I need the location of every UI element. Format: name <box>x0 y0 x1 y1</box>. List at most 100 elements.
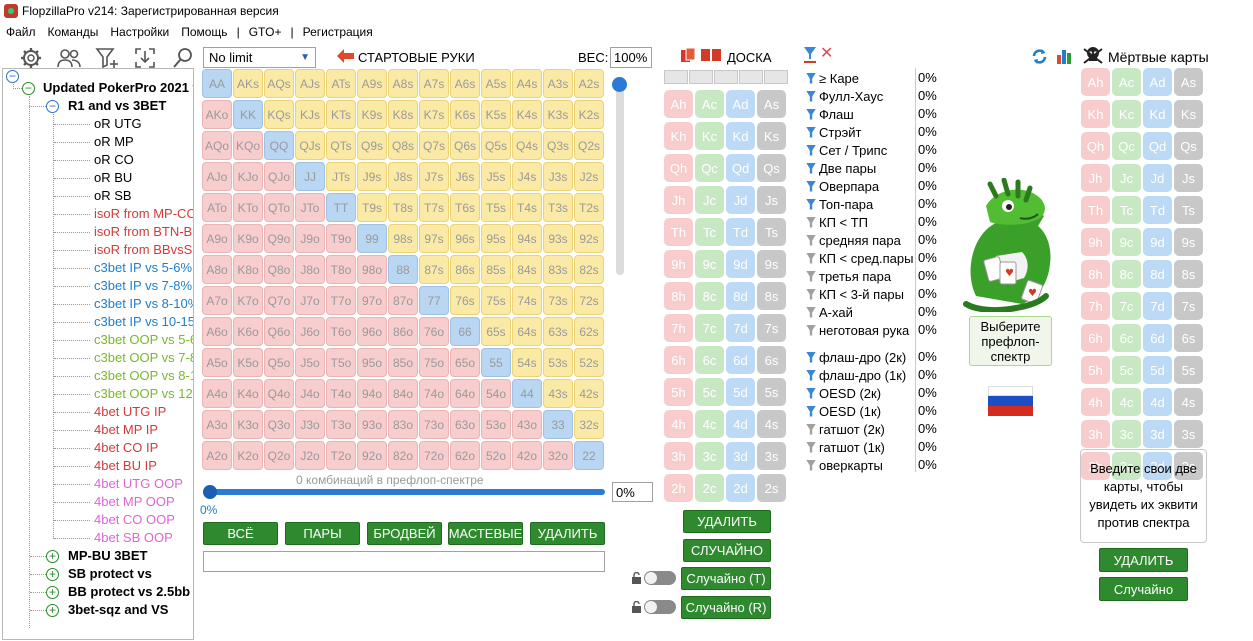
hand-cell[interactable]: AJs <box>295 69 325 98</box>
board-card[interactable]: 6d <box>726 346 755 374</box>
hand-cell[interactable]: KTo <box>233 193 263 222</box>
stat-row[interactable]: OESD (2к) <box>806 384 881 402</box>
filter-icon[interactable] <box>806 180 816 192</box>
stat-row[interactable]: Стрэйт <box>806 123 861 141</box>
hand-cell[interactable]: 85o <box>388 348 418 377</box>
hand-cell[interactable]: 63o <box>450 410 480 439</box>
dead-card[interactable]: Qc <box>1112 132 1141 160</box>
hand-cell[interactable]: K3s <box>543 100 573 129</box>
board-card[interactable]: Th <box>664 218 693 246</box>
hand-cell[interactable]: A5s <box>481 69 511 98</box>
tree-item[interactable]: c3bet IP vs 8-10% <box>94 295 193 313</box>
dead-clear-button[interactable]: УДАЛИТЬ <box>1099 548 1188 572</box>
stat-row[interactable]: оверкарты <box>806 456 883 474</box>
hand-cell[interactable]: AKo <box>202 100 232 129</box>
menu-help[interactable]: Помощь <box>175 25 233 39</box>
board-slot[interactable] <box>764 70 788 84</box>
dead-card[interactable]: 6d <box>1143 324 1172 352</box>
dead-card[interactable]: 9d <box>1143 228 1172 256</box>
board-card[interactable]: 3h <box>664 442 693 470</box>
board-card[interactable]: Qs <box>757 154 786 182</box>
hand-cell[interactable]: Q7s <box>419 131 449 160</box>
dead-card[interactable]: As <box>1174 68 1203 96</box>
hand-cell[interactable]: QJs <box>295 131 325 160</box>
board-card[interactable]: Ad <box>726 90 755 118</box>
hand-cell[interactable]: QQ <box>264 131 294 160</box>
board-card[interactable]: Kd <box>726 122 755 150</box>
stat-row[interactable]: КП < сред.пары <box>806 249 913 267</box>
hand-cell[interactable]: A3s <box>543 69 573 98</box>
hand-cell[interactable]: 86o <box>388 317 418 346</box>
random-river-toggle[interactable] <box>644 600 676 614</box>
hand-cell[interactable]: A7s <box>419 69 449 98</box>
filter-icon[interactable] <box>806 126 816 138</box>
tree-item[interactable]: 4bet CO OOP <box>94 511 175 529</box>
tree-item[interactable]: c3bet IP vs 10-15 <box>94 313 193 331</box>
filter-icon[interactable] <box>806 270 816 282</box>
hand-cell[interactable]: K6s <box>450 100 480 129</box>
hand-cell[interactable]: J4s <box>512 162 542 191</box>
tree-item[interactable]: c3bet OOP vs 12- <box>94 385 193 403</box>
hand-cell[interactable]: Q9s <box>357 131 387 160</box>
hand-cell[interactable]: A2o <box>202 441 232 470</box>
hand-cell[interactable]: JTs <box>326 162 356 191</box>
hand-cell[interactable]: J7o <box>295 286 325 315</box>
stat-row[interactable]: OESD (1к) <box>806 402 881 420</box>
stat-row[interactable]: флаш-дро (2к) <box>806 348 906 366</box>
hand-cell[interactable]: 84s <box>512 255 542 284</box>
hand-range-grid[interactable]: AA AKs AQs AJs ATs A9s A8s A7s A6s A5s A4s A3s A2s AK… <box>202 69 606 472</box>
board-card[interactable]: 7h <box>664 314 693 342</box>
dead-card[interactable]: Td <box>1143 196 1172 224</box>
hand-cell[interactable]: AQo <box>202 131 232 160</box>
board-card[interactable]: 2h <box>664 474 693 502</box>
hand-cell[interactable]: 77 <box>419 286 449 315</box>
board-card[interactable]: 9h <box>664 250 693 278</box>
dead-card[interactable]: 7h <box>1081 292 1110 320</box>
slider-percent-input[interactable] <box>612 482 653 502</box>
hand-cell[interactable]: 82s <box>574 255 604 284</box>
hand-cell[interactable]: T3s <box>543 193 573 222</box>
hand-cell[interactable]: 96s <box>450 224 480 253</box>
hand-cell[interactable]: J5o <box>295 348 325 377</box>
board-card[interactable]: 4s <box>757 410 786 438</box>
dead-card[interactable]: Kd <box>1143 100 1172 128</box>
hand-cell[interactable]: T5s <box>481 193 511 222</box>
random-turn-button[interactable]: Случайно (T) <box>681 567 771 590</box>
tree-item[interactable]: 4bet CO IP <box>94 439 158 457</box>
hand-cell[interactable]: 42s <box>574 379 604 408</box>
hand-cell[interactable]: 88 <box>388 255 418 284</box>
board-card[interactable]: Ts <box>757 218 786 246</box>
hand-cell[interactable]: J7s <box>419 162 449 191</box>
hand-cell[interactable]: A8s <box>388 69 418 98</box>
tree-item[interactable]: c3bet OOP vs 8-1 <box>94 367 193 385</box>
dead-card[interactable]: 7s <box>1174 292 1203 320</box>
filter-icon[interactable] <box>806 324 816 336</box>
dead-card[interactable]: 8s <box>1174 260 1203 288</box>
dead-card[interactable]: 8d <box>1143 260 1172 288</box>
board-card[interactable]: 4d <box>726 410 755 438</box>
tree-item[interactable]: isoR from MP-CO <box>94 205 193 223</box>
hand-cell[interactable]: 33 <box>543 410 573 439</box>
hand-cell[interactable]: 74o <box>419 379 449 408</box>
hand-cell[interactable]: A6o <box>202 317 232 346</box>
hand-cell[interactable]: J3o <box>295 410 325 439</box>
hand-cell[interactable]: T4s <box>512 193 542 222</box>
hand-cell[interactable]: Q7o <box>264 286 294 315</box>
board-card[interactable]: As <box>757 90 786 118</box>
hand-cell[interactable]: KQs <box>264 100 294 129</box>
dead-card[interactable]: Jd <box>1143 164 1172 192</box>
dead-card[interactable]: Tc <box>1112 196 1141 224</box>
hand-cell[interactable]: KJo <box>233 162 263 191</box>
hand-cell[interactable]: J9s <box>357 162 387 191</box>
hand-cell[interactable]: T8o <box>326 255 356 284</box>
stat-row[interactable]: Фулл-Хаус <box>806 87 883 105</box>
hand-cell[interactable]: Q2o <box>264 441 294 470</box>
tree-item[interactable]: 4bet BU IP <box>94 457 157 475</box>
dead-card[interactable]: 3c <box>1112 420 1141 448</box>
hand-cell[interactable]: 92s <box>574 224 604 253</box>
board-card[interactable]: 3c <box>695 442 724 470</box>
stat-row[interactable]: неготовая рука <box>806 321 909 339</box>
tree-item[interactable]: 4bet MP IP <box>94 421 158 439</box>
dead-card[interactable]: 7c <box>1112 292 1141 320</box>
hand-cell[interactable]: K5s <box>481 100 511 129</box>
